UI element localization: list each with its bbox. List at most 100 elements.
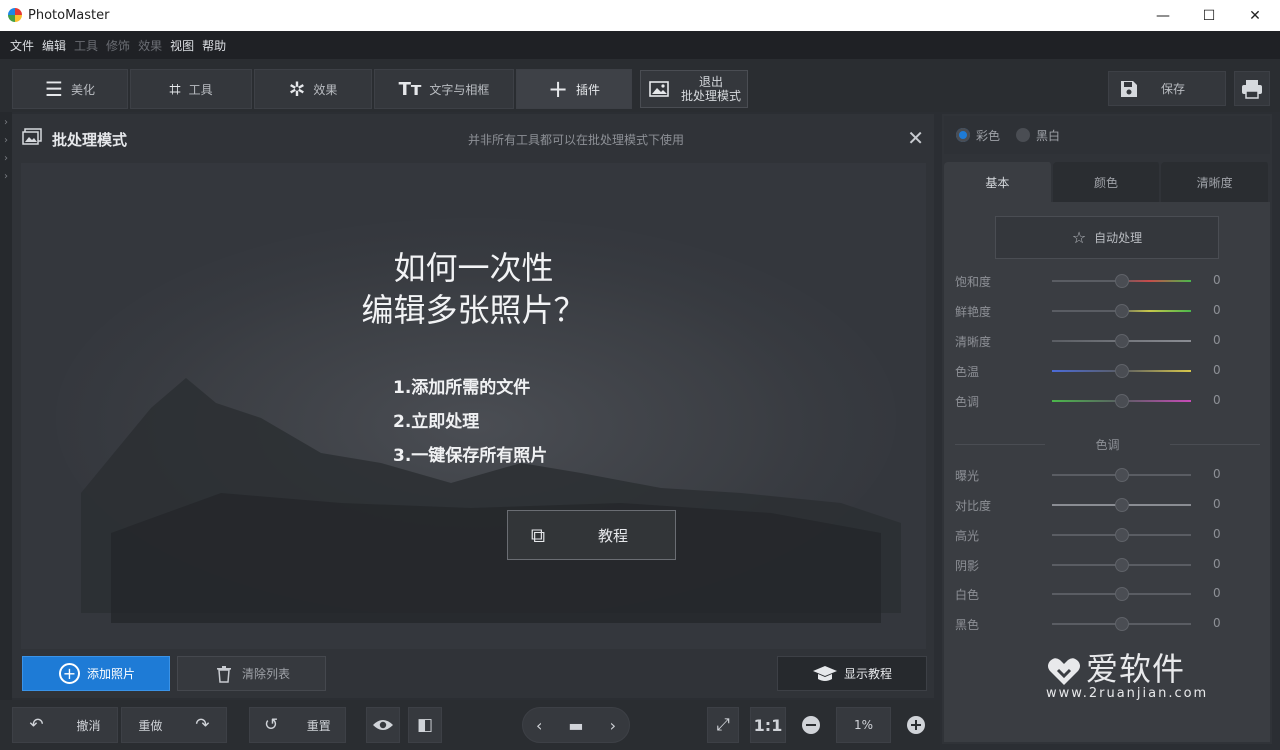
add-circle-icon: + bbox=[59, 663, 80, 684]
auto-stars-icon: ☆ bbox=[1071, 228, 1087, 247]
tab-enhance[interactable]: ☰ 美化 bbox=[12, 69, 128, 109]
show-tutorial-label: 显示教程 bbox=[843, 667, 892, 681]
slider-value: 0 bbox=[1213, 557, 1221, 571]
show-tutorial-button[interactable]: 显示教程 bbox=[777, 656, 927, 691]
zoom-in-icon bbox=[907, 716, 925, 734]
reset-button[interactable]: ↺ 重置 bbox=[249, 707, 346, 743]
close-panel-icon[interactable]: ✕ bbox=[907, 126, 924, 150]
trash-icon bbox=[217, 665, 231, 683]
chevron-right-icon: › bbox=[4, 153, 8, 164]
slider-temperature[interactable]: 色温 0 bbox=[955, 361, 1265, 381]
maximize-button[interactable]: ☐ bbox=[1186, 0, 1232, 31]
slider-knob[interactable] bbox=[1115, 587, 1129, 601]
slider-whites[interactable]: 白色 0 bbox=[955, 584, 1265, 604]
menu-edit[interactable]: 编辑 bbox=[38, 37, 70, 54]
slider-value: 0 bbox=[1213, 616, 1221, 630]
slider-knob[interactable] bbox=[1115, 558, 1129, 572]
slider-contrast[interactable]: 对比度 0 bbox=[955, 495, 1265, 515]
exit-label-line1: 退出 bbox=[698, 75, 723, 89]
tab-clarity[interactable]: 清晰度 bbox=[1161, 162, 1271, 202]
clear-list-button[interactable]: 清除列表 bbox=[177, 656, 326, 691]
heart-logo-icon bbox=[1048, 658, 1080, 685]
slider-value: 0 bbox=[1213, 527, 1221, 541]
navigation-pill: ‹ ▬ › bbox=[522, 707, 630, 743]
exit-batch-mode-button[interactable]: 退出 批处理模式 bbox=[640, 70, 748, 108]
compare-button[interactable]: ◧ bbox=[408, 707, 442, 743]
slider-knob[interactable] bbox=[1115, 528, 1129, 542]
zoom-out-button[interactable] bbox=[794, 707, 828, 743]
slider-knob[interactable] bbox=[1115, 364, 1129, 378]
slider-knob[interactable] bbox=[1115, 274, 1129, 288]
tab-plugins[interactable]: + 插件 bbox=[516, 69, 632, 109]
batch-image-icon bbox=[22, 128, 42, 145]
menu-file[interactable]: 文件 bbox=[6, 37, 38, 54]
next-image-icon[interactable]: › bbox=[610, 716, 616, 735]
prev-image-icon[interactable]: ‹ bbox=[536, 716, 542, 735]
actual-size-button[interactable]: 1:1 bbox=[750, 707, 786, 743]
color-mode-radio[interactable] bbox=[956, 128, 970, 142]
zoom-level-field[interactable]: 1% bbox=[836, 707, 891, 743]
slider-saturation[interactable]: 饱和度 0 bbox=[955, 271, 1265, 291]
slider-blacks[interactable]: 黑色 0 bbox=[955, 614, 1265, 634]
slider-knob[interactable] bbox=[1115, 468, 1129, 482]
save-button[interactable]: 保存 bbox=[1108, 71, 1226, 106]
app-logo-icon bbox=[8, 8, 22, 22]
auto-correct-button[interactable]: ☆ 自动处理 bbox=[995, 216, 1219, 259]
redo-icon: ↷ bbox=[195, 715, 210, 735]
slider-knob[interactable] bbox=[1115, 617, 1129, 631]
menu-help[interactable]: 帮助 bbox=[198, 37, 230, 54]
color-mode-bar: 彩色 黑白 bbox=[944, 116, 1270, 154]
minimize-button[interactable]: — bbox=[1140, 0, 1186, 31]
app-title: PhotoMaster bbox=[28, 8, 110, 23]
tab-color[interactable]: 颜色 bbox=[1052, 162, 1162, 202]
slider-shadows[interactable]: 阴影 0 bbox=[955, 555, 1265, 575]
watermark-url: www.2ruanjian.com bbox=[1046, 686, 1209, 701]
compare-icon: ◧ bbox=[416, 715, 434, 735]
slider-vibrance[interactable]: 鲜艳度 0 bbox=[955, 301, 1265, 321]
zoom-in-button[interactable] bbox=[899, 707, 933, 743]
folder-icon[interactable]: ▬ bbox=[568, 716, 583, 735]
chevron-right-icon: › bbox=[4, 171, 8, 182]
preview-eye-button[interactable] bbox=[366, 707, 400, 743]
menu-retouch[interactable]: 修饰 bbox=[102, 37, 134, 54]
slider-knob[interactable] bbox=[1115, 394, 1129, 408]
intro-headline: 如何一次性 编辑多张照片？ bbox=[21, 247, 926, 331]
slider-knob[interactable] bbox=[1115, 304, 1129, 318]
batch-mode-panel: 批处理模式 并非所有工具都可以在批处理模式下使用 ✕ 如何一次性 编辑多张照片？… bbox=[12, 114, 934, 698]
slider-highlights[interactable]: 高光 0 bbox=[955, 525, 1265, 545]
slider-knob[interactable] bbox=[1115, 498, 1129, 512]
step-item: 1.添加所需的文件 bbox=[393, 378, 531, 398]
tutorial-label: 教程 bbox=[598, 526, 629, 545]
slider-knob[interactable] bbox=[1115, 334, 1129, 348]
watermark: 爱软件 www.2ruanjian.com bbox=[1046, 644, 1206, 701]
chevron-right-icon: › bbox=[4, 117, 8, 128]
tone-section-header: 色调 bbox=[955, 436, 1260, 452]
add-photos-button[interactable]: + 添加照片 bbox=[22, 656, 170, 691]
slider-value: 0 bbox=[1213, 363, 1221, 377]
slider-tint[interactable]: 色调 0 bbox=[955, 391, 1265, 411]
save-icon bbox=[1121, 80, 1137, 97]
tutorial-button[interactable]: ⧉ 教程 bbox=[507, 510, 676, 560]
menu-view[interactable]: 视图 bbox=[166, 37, 198, 54]
menu-tools[interactable]: 工具 bbox=[70, 37, 102, 54]
slider-label: 饱和度 bbox=[955, 275, 992, 289]
fit-screen-button[interactable]: ⤢ bbox=[707, 707, 739, 743]
slider-exposure[interactable]: 曝光 0 bbox=[955, 465, 1265, 485]
undo-button[interactable]: ↶ 撤消 bbox=[12, 707, 118, 743]
tab-basic[interactable]: 基本 bbox=[944, 162, 1053, 202]
tab-label: 效果 bbox=[313, 82, 338, 97]
tab-effects[interactable]: ✲ 效果 bbox=[254, 69, 372, 109]
slider-clarity[interactable]: 清晰度 0 bbox=[955, 331, 1265, 351]
left-collapse-strip[interactable]: › › › › bbox=[0, 112, 12, 750]
slider-label: 清晰度 bbox=[955, 335, 992, 349]
menu-effects[interactable]: 效果 bbox=[134, 37, 166, 54]
slider-value: 0 bbox=[1213, 467, 1221, 481]
bw-mode-radio[interactable] bbox=[1016, 128, 1031, 142]
print-button[interactable] bbox=[1234, 71, 1270, 106]
close-window-button[interactable]: ✕ bbox=[1232, 0, 1278, 31]
slider-label: 阴影 bbox=[955, 559, 980, 573]
slider-value: 0 bbox=[1213, 303, 1221, 317]
tab-tools[interactable]: ⌗ 工具 bbox=[130, 69, 252, 109]
tab-text-frames[interactable]: Tт 文字与相框 bbox=[374, 69, 514, 109]
redo-button[interactable]: 重做 ↷ bbox=[121, 707, 227, 743]
